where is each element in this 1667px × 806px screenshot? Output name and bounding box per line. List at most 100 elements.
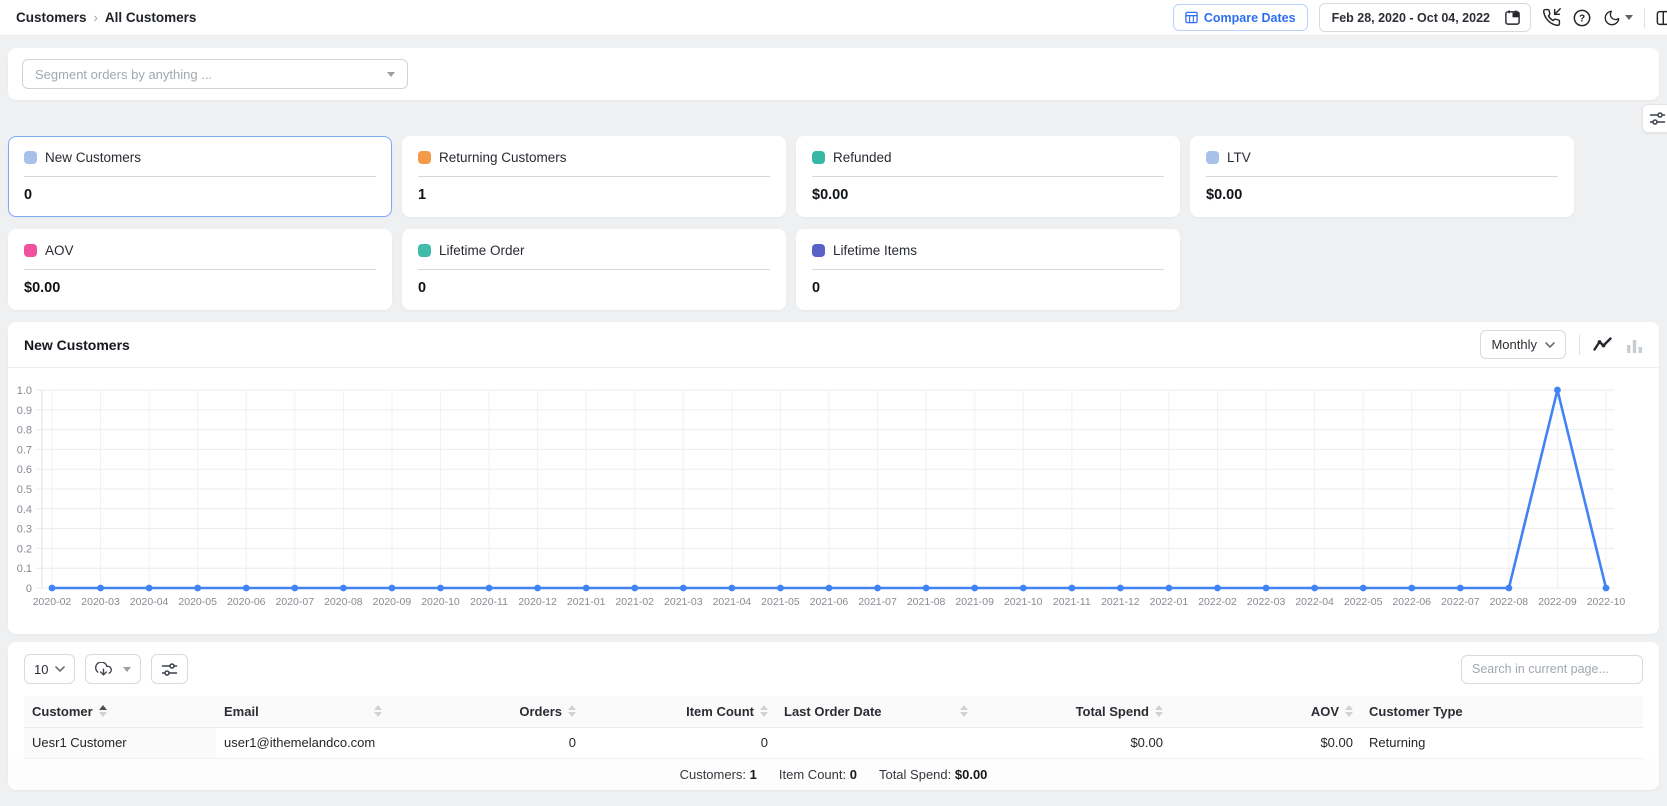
svg-text:2021-06: 2021-06 — [810, 596, 849, 608]
stat-cards-grid: New Customers 0 Returning Customers 1 Re… — [8, 136, 1659, 310]
caret-down-icon — [387, 71, 395, 77]
svg-text:2021-10: 2021-10 — [1004, 596, 1043, 608]
svg-text:2021-04: 2021-04 — [713, 596, 752, 608]
breadcrumb-customers[interactable]: Customers — [16, 10, 87, 25]
svg-text:0.4: 0.4 — [17, 504, 32, 516]
column-header-customer-type[interactable]: Customer Type — [1361, 696, 1643, 728]
svg-text:?: ? — [1579, 13, 1585, 24]
stat-card-new-customers[interactable]: New Customers 0 — [8, 136, 392, 217]
date-range-picker[interactable]: Feb 28, 2020 - Oct 04, 2022 — [1318, 3, 1531, 32]
stat-card-aov[interactable]: AOV $0.00 — [8, 229, 392, 310]
column-header-last-order-date[interactable]: Last Order Date — [776, 696, 976, 728]
svg-text:2020-12: 2020-12 — [518, 596, 557, 608]
sort-icon — [1155, 705, 1163, 718]
breadcrumb: Customers › All Customers — [16, 10, 196, 25]
segment-placeholder: Segment orders by anything ... — [35, 66, 213, 82]
svg-text:2021-01: 2021-01 — [567, 596, 606, 608]
column-header-total-spend[interactable]: Total Spend — [976, 696, 1171, 728]
chevron-down-icon — [55, 666, 66, 672]
chevron-down-icon — [1545, 341, 1555, 348]
divider — [24, 269, 376, 270]
dashboard-settings-button[interactable] — [1642, 104, 1667, 133]
stat-card-ltv[interactable]: LTV $0.00 — [1190, 136, 1574, 217]
column-header-item-count[interactable]: Item Count — [584, 696, 776, 728]
svg-text:2022-03: 2022-03 — [1247, 596, 1286, 608]
stat-card-refunded[interactable]: Refunded $0.00 — [796, 136, 1180, 217]
table-row[interactable]: Uesr1 Customer user1@ithemelandco.com 0 … — [24, 727, 1643, 759]
segment-bar: Segment orders by anything ... — [8, 48, 1659, 100]
stat-label: Lifetime Order — [439, 243, 525, 258]
stat-value: $0.00 — [24, 280, 61, 296]
breadcrumb-all-customers[interactable]: All Customers — [105, 10, 197, 25]
stat-value: $0.00 — [812, 187, 849, 203]
divider — [1644, 7, 1645, 28]
export-button[interactable] — [85, 654, 142, 684]
table-summary: Customers: 1 Item Count: 0 Total Spend: … — [8, 758, 1659, 790]
divider — [1206, 176, 1558, 177]
divider — [812, 269, 1164, 270]
stat-label: Refunded — [833, 150, 892, 165]
svg-text:0.2: 0.2 — [17, 543, 32, 555]
divider — [812, 176, 1164, 177]
column-header-aov[interactable]: AOV — [1171, 696, 1361, 728]
customers-table-card: 10 Custome — [8, 642, 1659, 790]
stat-card-returning-customers[interactable]: Returning Customers 1 — [402, 136, 786, 217]
sliders-icon — [161, 661, 178, 678]
stat-label: Returning Customers — [439, 150, 567, 165]
interval-value: Monthly — [1491, 337, 1537, 352]
column-header-email[interactable]: Email — [216, 696, 390, 728]
breadcrumb-separator: › — [93, 10, 98, 25]
stat-value: 0 — [24, 187, 33, 203]
sort-icon — [374, 705, 382, 718]
calendar-grid-icon — [1185, 11, 1198, 24]
stat-card-lifetime-order[interactable]: Lifetime Order 0 — [402, 229, 786, 310]
svg-text:2020-11: 2020-11 — [470, 596, 508, 608]
bar-chart-view-button[interactable] — [1626, 337, 1643, 353]
page-size-value: 10 — [34, 661, 49, 677]
divider — [418, 269, 770, 270]
svg-text:2022-10: 2022-10 — [1587, 596, 1626, 608]
dark-mode-toggle[interactable] — [1603, 9, 1633, 27]
compare-dates-button[interactable]: Compare Dates — [1172, 4, 1308, 31]
column-settings-button[interactable] — [151, 654, 189, 684]
chart-card: New Customers Monthly 0 0.1 0.2 0.3 0.4 0.5 0.… — [8, 322, 1659, 634]
page-size-select[interactable]: 10 — [24, 654, 76, 684]
cloud-download-icon — [95, 661, 113, 677]
help-icon[interactable]: ? — [1572, 8, 1592, 28]
caret-down-icon — [123, 666, 132, 672]
svg-text:2022-05: 2022-05 — [1344, 596, 1383, 608]
phone-incoming-icon[interactable] — [1542, 8, 1561, 27]
svg-text:2022-06: 2022-06 — [1392, 596, 1431, 608]
calendar-icon — [1502, 9, 1530, 26]
search-input[interactable] — [1461, 654, 1643, 684]
stat-value: 0 — [812, 280, 821, 296]
svg-text:0.8: 0.8 — [17, 425, 32, 437]
panel-toggle-icon[interactable] — [1656, 9, 1667, 27]
svg-text:2020-07: 2020-07 — [276, 596, 315, 608]
stat-card-lifetime-items[interactable]: Lifetime Items 0 — [796, 229, 1180, 310]
svg-text:2021-11: 2021-11 — [1053, 596, 1091, 608]
svg-text:2021-07: 2021-07 — [858, 596, 897, 608]
line-chart-view-button[interactable] — [1593, 336, 1613, 353]
cell-aov: $0.00 — [1171, 727, 1361, 759]
svg-text:2021-09: 2021-09 — [955, 596, 994, 608]
stat-value: $0.00 — [1206, 187, 1243, 203]
column-header-customer[interactable]: Customer — [24, 696, 216, 728]
top-bar: Customers › All Customers Compare Dates … — [0, 0, 1667, 36]
sort-icon — [568, 705, 576, 718]
legend-swatch — [418, 151, 431, 164]
column-header-orders[interactable]: Orders — [390, 696, 584, 728]
svg-text:0.6: 0.6 — [17, 464, 32, 476]
stat-label: LTV — [1227, 150, 1251, 165]
sort-icon — [1345, 705, 1353, 718]
svg-text:1.0: 1.0 — [17, 385, 32, 397]
stat-value: 0 — [418, 280, 427, 296]
interval-select[interactable]: Monthly — [1480, 330, 1566, 359]
svg-text:0.1: 0.1 — [17, 563, 32, 575]
segment-select[interactable]: Segment orders by anything ... — [22, 59, 408, 89]
legend-swatch — [418, 244, 431, 257]
svg-text:2022-07: 2022-07 — [1441, 596, 1480, 608]
cell-orders: 0 — [390, 727, 584, 759]
summary-item-count: Item Count: 0 — [778, 766, 857, 782]
svg-text:0.7: 0.7 — [17, 444, 32, 456]
